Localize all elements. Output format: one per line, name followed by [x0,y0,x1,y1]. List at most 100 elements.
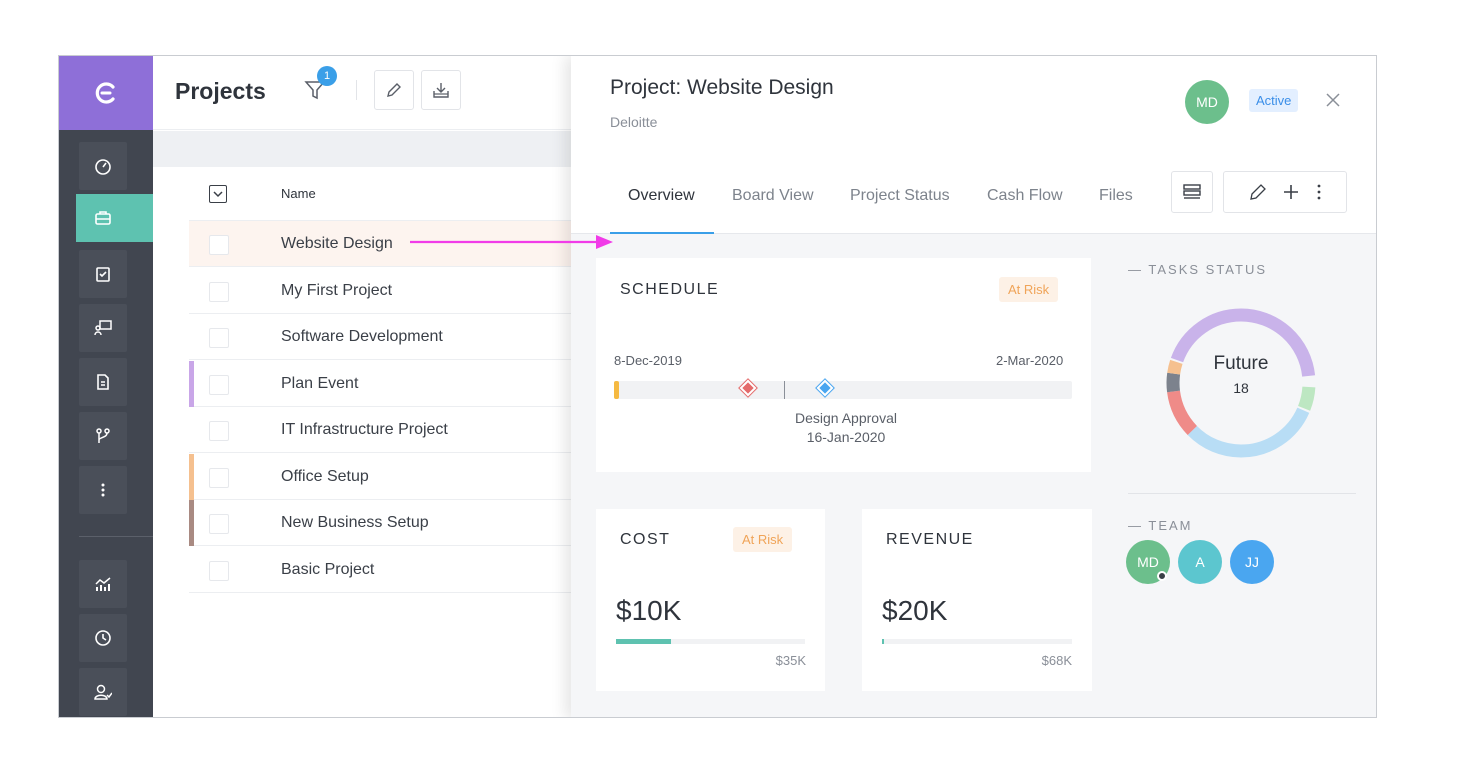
drawer-title: Project: Website Design [610,76,834,99]
row-checkbox[interactable] [209,328,229,348]
filter-count-badge: 1 [317,66,337,86]
row-checkbox[interactable] [209,468,229,488]
user-check-icon[interactable] [79,668,127,716]
clock-icon[interactable] [79,614,127,662]
column-header-name[interactable]: Name [281,186,316,201]
team-title: — TEAM [1128,518,1193,533]
cost-budget: $35K [775,653,806,668]
owner-avatar[interactable]: MD [1185,80,1229,124]
cost-value: $10K [616,595,682,626]
branch-icon[interactable] [79,412,127,460]
action-button-group [1223,171,1347,213]
project-name[interactable]: IT Infrastructure Project [281,421,448,439]
tab-board-view[interactable]: Board View [732,187,814,205]
active-tab-indicator [610,232,714,234]
tab-cash-flow[interactable]: Cash Flow [987,187,1063,205]
donut-center-value: 18 [1233,380,1249,396]
presence-dot [1157,571,1167,581]
revenue-title: REVENUE [886,531,974,548]
section-divider [1128,493,1356,494]
export-button[interactable] [421,70,461,110]
project-name[interactable]: Basic Project [281,561,374,579]
close-icon[interactable] [1323,90,1343,110]
projects-header: Projects 1 [153,56,573,130]
milestone-marker[interactable] [816,379,834,397]
table-header: Name [189,167,573,221]
row-color-tag [189,361,194,407]
plus-icon[interactable] [1282,183,1300,201]
download-icon [433,83,449,98]
edit-button[interactable] [374,70,414,110]
tasks-status-title: — TASKS STATUS [1128,262,1268,277]
milestone-name: Design Approval [795,410,897,426]
row-color-tag [189,500,194,546]
status-badge[interactable]: Active [1249,89,1299,112]
schedule-card: SCHEDULE At Risk 8-Dec-2019 2-Mar-2020 D… [596,258,1091,472]
sidebar-divider [79,536,153,537]
document-icon[interactable] [79,358,127,406]
drawer-tabs: Overview Board View Project Status Cash … [571,156,1376,234]
more-vertical-icon[interactable] [1316,183,1322,201]
row-checkbox[interactable] [209,561,229,581]
pencil-icon [387,83,401,97]
more-icon[interactable] [79,466,127,514]
row-color-tag [189,454,194,500]
project-name[interactable]: New Business Setup [281,514,429,532]
schedule-title: SCHEDULE [620,281,720,298]
project-name[interactable]: Office Setup [281,468,369,486]
tab-files[interactable]: Files [1099,187,1133,205]
project-name[interactable]: Software Development [281,328,443,346]
timeline-progress [614,381,619,399]
chevron-down-icon [213,191,223,198]
revenue-progress-track [882,639,1072,644]
schedule-start-date: 8-Dec-2019 [614,353,682,368]
tab-project-status[interactable]: Project Status [850,187,950,205]
pencil-icon[interactable] [1248,182,1268,202]
row-checkbox[interactable] [209,421,229,441]
table-row[interactable]: Plan Event [189,361,573,407]
projects-panel: Projects 1 Name Website Design My First … [153,56,573,717]
logo-icon[interactable] [59,56,153,130]
project-name[interactable]: Website Design [281,235,393,253]
dashboard-icon[interactable] [79,142,127,190]
header-divider [356,80,357,100]
schedule-timeline [614,379,1072,399]
project-detail-drawer: Project: Website Design Deloitte MD Acti… [571,56,1376,717]
drawer-header: Project: Website Design Deloitte MD Acti… [571,56,1376,156]
table-row[interactable]: Basic Project [189,547,573,593]
app-window: Projects 1 Name Website Design My First … [58,55,1377,718]
revenue-card: REVENUE $20K $68K [862,509,1092,691]
cost-progress-fill [616,639,671,644]
client-name: Deloitte [610,114,658,130]
clipboard-icon[interactable] [79,250,127,298]
team-member-avatar[interactable]: A [1178,540,1222,584]
table-row[interactable]: Office Setup [189,454,573,500]
table-row[interactable]: My First Project [189,268,573,314]
row-checkbox[interactable] [209,235,229,255]
row-checkbox[interactable] [209,282,229,302]
team-member-avatar[interactable]: JJ [1230,540,1274,584]
table-row[interactable]: IT Infrastructure Project [189,407,573,453]
project-name[interactable]: Plan Event [281,375,358,393]
late-milestone-marker[interactable] [739,379,757,397]
project-name[interactable]: My First Project [281,282,392,300]
presentation-icon[interactable] [79,304,127,352]
briefcase-icon[interactable] [76,194,153,242]
list-layout-icon [1183,184,1201,199]
page-title: Projects [175,78,266,104]
select-all-checkbox[interactable] [209,185,227,203]
layout-toggle-button[interactable] [1171,171,1213,213]
cost-risk-badge: At Risk [733,527,793,552]
revenue-target: $68K [1041,653,1072,668]
schedule-end-date: 2-Mar-2020 [996,353,1064,368]
milestone-date: 16-Jan-2020 [806,429,886,445]
table-row[interactable]: Software Development [189,314,573,360]
tab-overview[interactable]: Overview [628,187,695,205]
table-row[interactable]: New Business Setup [189,500,573,546]
row-checkbox[interactable] [209,375,229,395]
schedule-risk-badge: At Risk [999,277,1059,302]
row-checkbox[interactable] [209,514,229,534]
cost-progress-track [616,639,805,644]
analytics-icon[interactable] [79,560,127,608]
donut-center-label: Future [1213,353,1269,374]
